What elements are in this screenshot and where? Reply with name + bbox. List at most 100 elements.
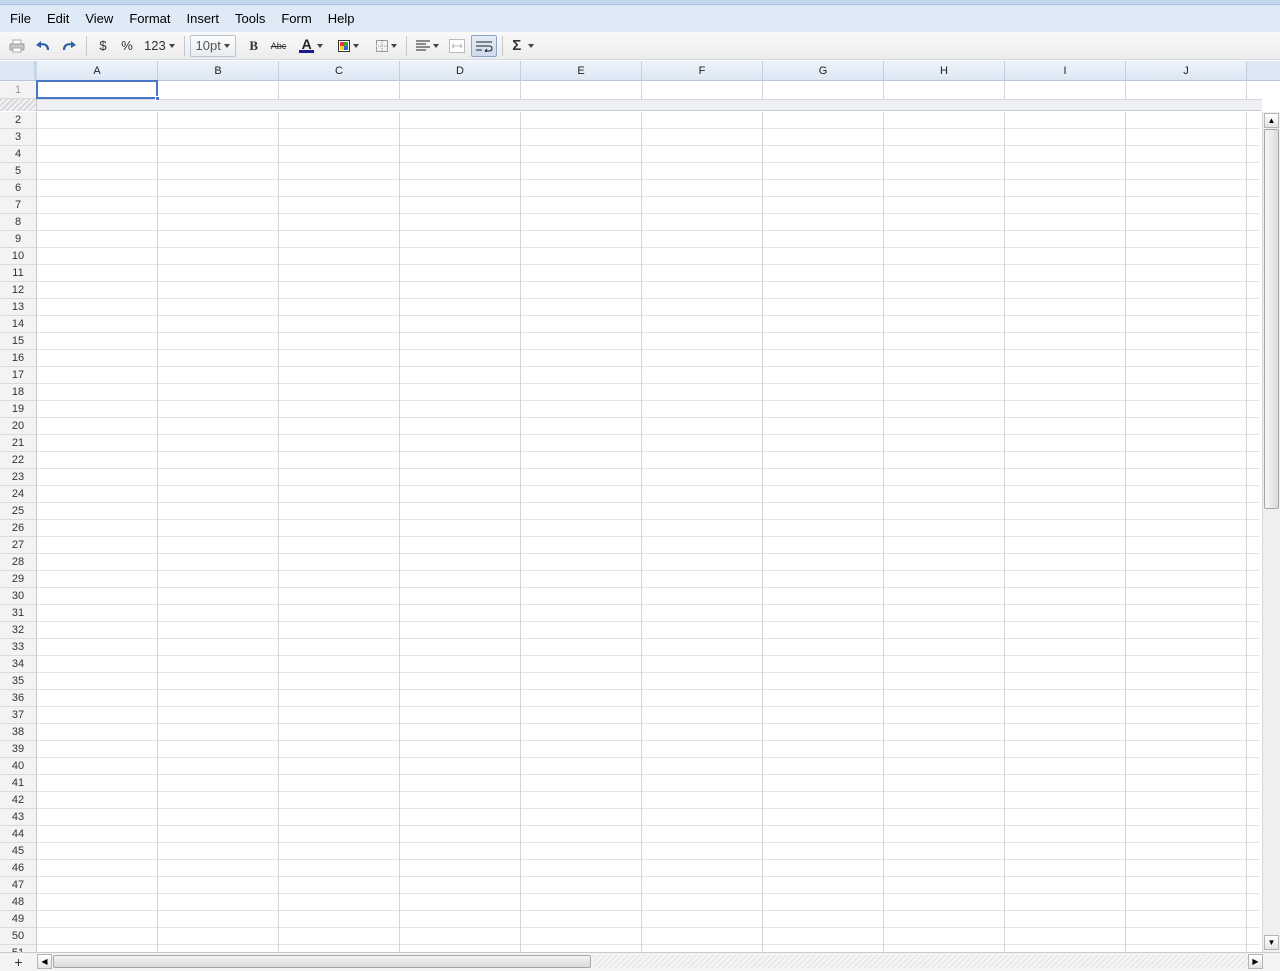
row-header[interactable]: 18 xyxy=(0,384,37,401)
vertical-scroll-thumb[interactable] xyxy=(1264,129,1279,509)
row-header-frozen[interactable]: 1 xyxy=(0,81,37,99)
number-format-dropdown[interactable]: 123 xyxy=(140,35,179,57)
menu-format[interactable]: Format xyxy=(121,5,178,32)
scroll-right-button[interactable]: ▶ xyxy=(1248,954,1263,969)
row-header[interactable]: 12 xyxy=(0,282,37,299)
column-header-a[interactable]: A xyxy=(37,61,158,81)
row-header[interactable]: 31 xyxy=(0,605,37,622)
column-header-g[interactable]: G xyxy=(763,61,884,81)
row-header[interactable]: 28 xyxy=(0,554,37,571)
scroll-down-button[interactable]: ▼ xyxy=(1264,935,1279,950)
fill-color-dropdown[interactable] xyxy=(334,35,363,57)
row-header[interactable]: 10 xyxy=(0,248,37,265)
redo-button[interactable] xyxy=(57,35,81,57)
freeze-handle[interactable] xyxy=(0,99,37,111)
column-header-d[interactable]: D xyxy=(400,61,521,81)
column-header-e[interactable]: E xyxy=(521,61,642,81)
wrap-text-button[interactable] xyxy=(471,34,498,57)
row-header[interactable]: 43 xyxy=(0,809,37,826)
row-header[interactable]: 14 xyxy=(0,316,37,333)
row-header[interactable]: 39 xyxy=(0,741,37,758)
column-header-i[interactable]: I xyxy=(1005,61,1126,81)
font-size-dropdown[interactable]: 10pt xyxy=(189,34,236,57)
row-header[interactable]: 27 xyxy=(0,537,37,554)
horizontal-scrollbar[interactable]: + ◀ ▶ xyxy=(0,952,1280,971)
freeze-divider[interactable] xyxy=(37,99,1262,111)
row-header[interactable]: 22 xyxy=(0,452,37,469)
scroll-left-button[interactable]: ◀ xyxy=(37,954,52,969)
align-dropdown[interactable] xyxy=(412,35,443,57)
row-header[interactable]: 21 xyxy=(0,435,37,452)
row-header[interactable]: 37 xyxy=(0,707,37,724)
menu-help[interactable]: Help xyxy=(320,5,363,32)
row-header[interactable]: 41 xyxy=(0,775,37,792)
row-header[interactable]: 47 xyxy=(0,877,37,894)
row-header[interactable]: 17 xyxy=(0,367,37,384)
row-header[interactable]: 36 xyxy=(0,690,37,707)
row-header[interactable]: 33 xyxy=(0,639,37,656)
row-header[interactable]: 32 xyxy=(0,622,37,639)
fill-handle[interactable] xyxy=(155,96,160,101)
column-header-j[interactable]: J xyxy=(1126,61,1247,81)
undo-button[interactable] xyxy=(31,35,55,57)
percent-format-button[interactable]: % xyxy=(116,35,138,57)
row-header[interactable]: 34 xyxy=(0,656,37,673)
column-header-c[interactable]: C xyxy=(279,61,400,81)
menu-tools[interactable]: Tools xyxy=(227,5,273,32)
menu-insert[interactable]: Insert xyxy=(178,5,227,32)
print-button[interactable] xyxy=(5,35,29,57)
bold-button[interactable]: B xyxy=(243,35,265,57)
row-header[interactable]: 44 xyxy=(0,826,37,843)
row-header[interactable]: 4 xyxy=(0,146,37,163)
horizontal-scroll-thumb[interactable] xyxy=(53,955,591,968)
select-all-corner[interactable] xyxy=(0,61,37,81)
column-header-f[interactable]: F xyxy=(642,61,763,81)
row-header[interactable]: 24 xyxy=(0,486,37,503)
scroll-up-button[interactable]: ▲ xyxy=(1264,113,1279,128)
row-header[interactable]: 49 xyxy=(0,911,37,928)
add-sheet-button[interactable]: + xyxy=(0,953,37,971)
row-header[interactable]: 20 xyxy=(0,418,37,435)
row-header[interactable]: 38 xyxy=(0,724,37,741)
merge-cells-button[interactable] xyxy=(445,35,469,57)
row-header[interactable]: 7 xyxy=(0,197,37,214)
menu-view[interactable]: View xyxy=(77,5,121,32)
row-header[interactable]: 11 xyxy=(0,265,37,282)
row-header[interactable]: 8 xyxy=(0,214,37,231)
row-header[interactable]: 51 xyxy=(0,945,37,952)
cell-grid[interactable] xyxy=(37,112,1259,952)
row-header[interactable]: 2 xyxy=(0,112,37,129)
row-header[interactable]: 29 xyxy=(0,571,37,588)
column-header-h[interactable]: H xyxy=(884,61,1005,81)
horizontal-scroll-track[interactable] xyxy=(593,955,1248,968)
row-header[interactable]: 15 xyxy=(0,333,37,350)
vertical-scrollbar[interactable]: ▲ ▼ xyxy=(1262,112,1280,952)
row-header[interactable]: 13 xyxy=(0,299,37,316)
row-header[interactable]: 16 xyxy=(0,350,37,367)
row-header[interactable]: 26 xyxy=(0,520,37,537)
row-header[interactable]: 30 xyxy=(0,588,37,605)
row-header[interactable]: 5 xyxy=(0,163,37,180)
currency-format-button[interactable]: $ xyxy=(92,35,114,57)
row-header[interactable]: 19 xyxy=(0,401,37,418)
row-header[interactable]: 6 xyxy=(0,180,37,197)
row-header[interactable]: 25 xyxy=(0,503,37,520)
row-header[interactable]: 46 xyxy=(0,860,37,877)
selected-cell-outline[interactable] xyxy=(36,80,158,99)
text-color-dropdown[interactable]: A xyxy=(295,35,327,57)
menu-edit[interactable]: Edit xyxy=(39,5,77,32)
row-header[interactable]: 48 xyxy=(0,894,37,911)
column-header-b[interactable]: B xyxy=(158,61,279,81)
menu-file[interactable]: File xyxy=(2,5,39,32)
row-header[interactable]: 42 xyxy=(0,792,37,809)
row-header[interactable]: 50 xyxy=(0,928,37,945)
menu-form[interactable]: Form xyxy=(273,5,319,32)
row-header[interactable]: 9 xyxy=(0,231,37,248)
borders-dropdown[interactable] xyxy=(372,35,401,57)
row-header[interactable]: 3 xyxy=(0,129,37,146)
row-header[interactable]: 45 xyxy=(0,843,37,860)
row-header[interactable]: 23 xyxy=(0,469,37,486)
strikethrough-button[interactable]: Abc xyxy=(267,35,291,57)
row-header[interactable]: 35 xyxy=(0,673,37,690)
row-header[interactable]: 40 xyxy=(0,758,37,775)
